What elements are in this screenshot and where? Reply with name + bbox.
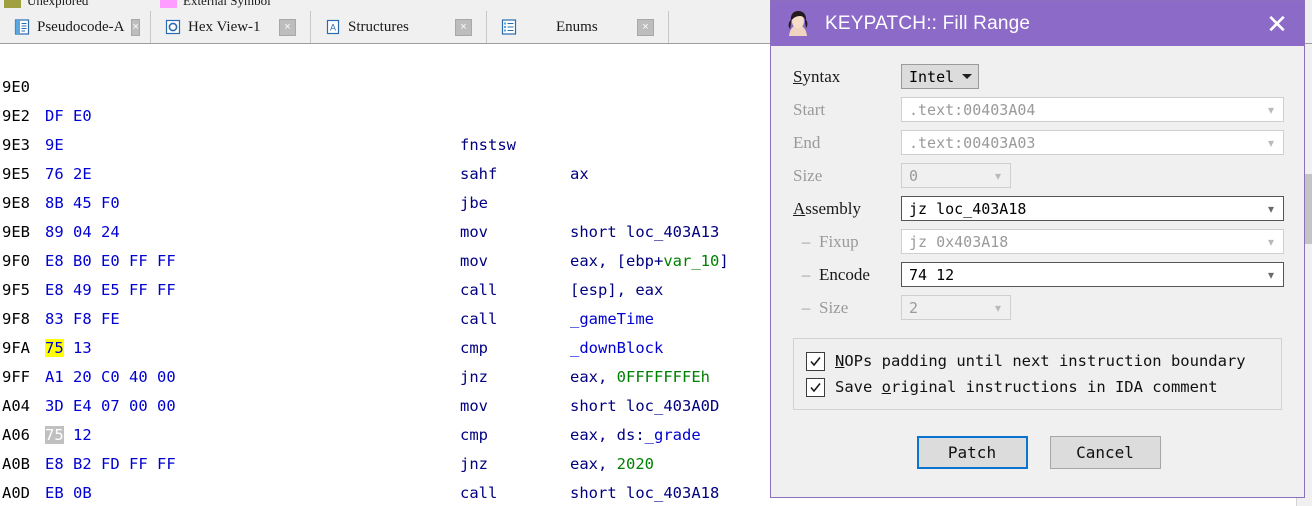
field-row-encode: – Encode 74 12 ▾	[793, 258, 1284, 291]
check-icon[interactable]	[806, 351, 825, 371]
checkbox-row-save-original[interactable]: Save original instructions in IDA commen…	[806, 374, 1269, 400]
legend-item-external-symbol: External Symbol	[160, 0, 271, 9]
close-icon[interactable]: ×	[279, 18, 296, 36]
tab-label: Pseudocode-A	[37, 18, 125, 35]
size-input[interactable]: 0 ▾	[901, 163, 1011, 188]
legend-label-external-symbol: External Symbol	[183, 0, 271, 8]
close-icon[interactable]: ×	[455, 18, 472, 36]
dash-glyph: –	[801, 231, 811, 251]
size-value: 0	[909, 166, 919, 185]
start-label: Start	[793, 99, 826, 119]
end-input[interactable]: .text:00403A03 ▾	[901, 130, 1284, 155]
tab-structures[interactable]: A Structures ×	[311, 11, 487, 43]
dash-glyph: –	[801, 297, 811, 317]
close-icon[interactable]: ✕	[1250, 1, 1304, 46]
tab-hex-view-1[interactable]: Hex View-1 ×	[151, 11, 311, 43]
start-input[interactable]: .text:00403A04 ▾	[901, 97, 1284, 122]
size-label: Size	[793, 165, 823, 185]
syntax-select[interactable]: Intel	[901, 64, 979, 89]
patch-button[interactable]: Patch	[916, 436, 1028, 469]
cancel-button[interactable]: Cancel	[1049, 436, 1161, 469]
ida-main-window: Unexplored External Symbol Pseudocode-A …	[0, 0, 1312, 506]
field-row-start: Start .text:00403A04 ▾	[793, 93, 1284, 126]
encode-size-input[interactable]: 2 ▾	[901, 295, 1011, 320]
dialog-title: KEYPATCH:: Fill Range	[825, 12, 1031, 34]
chevron-down-icon[interactable]: ▾	[988, 301, 1008, 315]
tab-pseudocode-a[interactable]: Pseudocode-A ×	[0, 11, 151, 43]
pseudocode-icon	[14, 19, 30, 35]
field-row-fixup: – Fixup jz 0x403A18 ▾	[793, 225, 1284, 258]
hex-view-icon	[165, 19, 181, 35]
encode-size-value: 2	[909, 298, 919, 317]
tab-label: Structures	[348, 18, 409, 35]
legend-item-unexplored: Unexplored	[4, 0, 88, 9]
tab-label: Hex View-1	[188, 18, 261, 35]
fixup-label-text: Fixup	[819, 231, 859, 251]
encode-size-label-text: Size	[819, 297, 849, 317]
start-value: .text:00403A04	[909, 100, 1036, 119]
chevron-down-icon[interactable]: ▾	[1261, 202, 1281, 216]
encode-size-label: – Size	[793, 298, 901, 318]
check-icon[interactable]	[806, 377, 825, 397]
dialog-title-bar[interactable]: KEYPATCH:: Fill Range ✕	[771, 1, 1304, 46]
field-row-syntax: Syntax Intel	[793, 60, 1284, 93]
field-row-end: End .text:00403A03 ▾	[793, 126, 1284, 159]
svg-text:A: A	[330, 23, 336, 33]
chevron-down-icon	[959, 74, 975, 79]
assembly-input[interactable]: jz loc_403A18 ▾	[901, 196, 1284, 221]
assembly-label: Assembly	[793, 198, 862, 218]
encode-label-text: Encode	[819, 264, 870, 284]
encode-input[interactable]: 74 12 ▾	[901, 262, 1284, 287]
keypatch-fill-range-dialog: KEYPATCH:: Fill Range ✕ Syntax Intel Sta…	[770, 0, 1305, 498]
tab-enums[interactable]: Enums ×	[487, 11, 669, 43]
field-row-size: Size 0 ▾	[793, 159, 1284, 192]
legend-label-unexplored: Unexplored	[27, 0, 89, 8]
fixup-value: jz 0x403A18	[909, 232, 1009, 251]
dash-glyph: –	[801, 264, 811, 284]
keypatch-avatar-icon	[783, 8, 813, 39]
encode-value: 74 12	[909, 265, 955, 284]
chevron-down-icon[interactable]: ▾	[1261, 268, 1281, 282]
checkbox-label-nops-padding: NOPs padding until next instruction boun…	[835, 352, 1246, 370]
tab-label: Enums	[556, 18, 598, 35]
dialog-body: Syntax Intel Start .text:00403A04 ▾ End …	[771, 46, 1304, 469]
chevron-down-icon[interactable]: ▾	[1261, 136, 1281, 150]
encode-label: – Encode	[793, 265, 901, 285]
structures-icon: A	[325, 19, 341, 35]
field-row-assembly: Assembly jz loc_403A18 ▾	[793, 192, 1284, 225]
end-value: .text:00403A03	[909, 133, 1036, 152]
assembly-value: jz loc_403A18	[909, 199, 1027, 218]
syntax-label: Syntax	[793, 66, 841, 86]
checkbox-label-save-original: Save original instructions in IDA commen…	[835, 378, 1218, 396]
checkbox-row-nops-padding[interactable]: NOPs padding until next instruction boun…	[806, 348, 1269, 374]
chevron-down-icon[interactable]: ▾	[988, 169, 1008, 183]
chevron-down-icon[interactable]: ▾	[1261, 235, 1281, 249]
close-icon[interactable]: ×	[637, 18, 654, 36]
fixup-label: – Fixup	[793, 232, 901, 252]
enums-icon	[501, 19, 517, 35]
legend-swatch-unexplored	[4, 0, 21, 8]
chevron-down-icon[interactable]: ▾	[1261, 103, 1281, 117]
field-row-encode-size: – Size 2 ▾	[793, 291, 1284, 324]
options-group: NOPs padding until next instruction boun…	[793, 338, 1282, 410]
dialog-button-row: Patch Cancel	[793, 436, 1284, 469]
close-icon[interactable]: ×	[131, 18, 140, 36]
syntax-value: Intel	[909, 67, 955, 86]
legend-swatch-external-symbol	[160, 0, 177, 8]
fixup-input[interactable]: jz 0x403A18 ▾	[901, 229, 1284, 254]
end-label: End	[793, 132, 821, 152]
